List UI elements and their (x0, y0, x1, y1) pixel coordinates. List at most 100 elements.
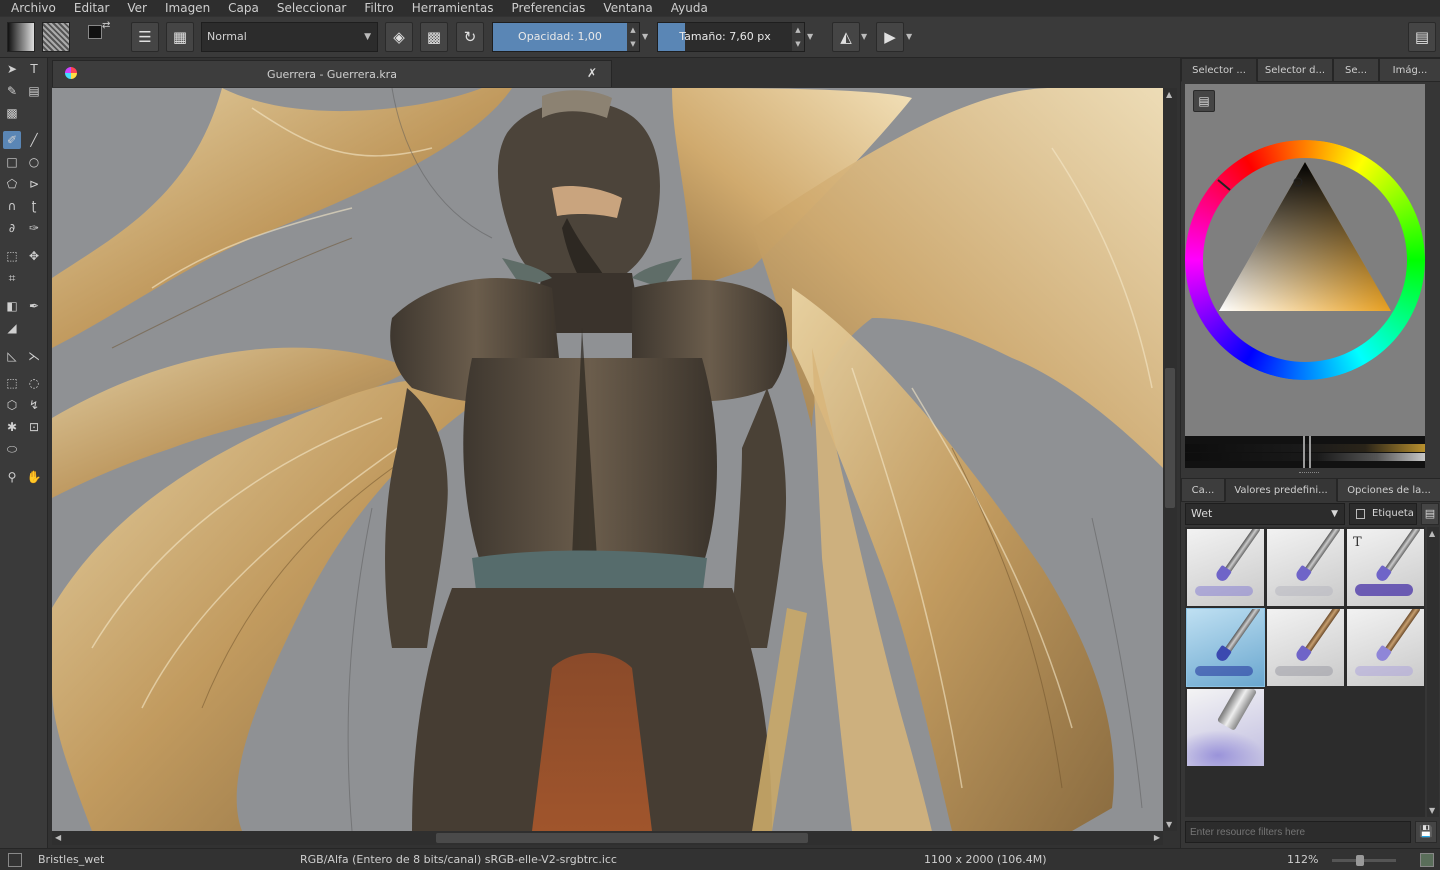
rectangular-selection-tool[interactable]: ⬚ (3, 374, 21, 392)
color-history-row[interactable] (1185, 444, 1425, 452)
mirror-horizontal-button[interactable]: ◭ (832, 22, 860, 52)
eraser-mode-button[interactable]: ◈ (385, 22, 413, 52)
menu-filtro[interactable]: Filtro (353, 0, 400, 16)
polygon-tool[interactable]: ⬠ (3, 175, 21, 193)
tab-tool-options[interactable]: Opciones de la... (1337, 478, 1440, 502)
freehand-selection-tool[interactable]: ↯ (25, 396, 43, 414)
menu-ayuda[interactable]: Ayuda (660, 0, 715, 16)
brush-preset-item[interactable] (1347, 609, 1424, 686)
scroll-left-icon[interactable]: ◀ (55, 833, 61, 842)
zoom-slider[interactable] (1332, 855, 1396, 866)
scroll-up-icon[interactable]: ▲ (1429, 529, 1435, 538)
edit-brush-settings-button[interactable]: ☰ (131, 22, 159, 52)
line-tool[interactable]: ╱ (25, 131, 43, 149)
brush-preset-item[interactable] (1267, 609, 1344, 686)
edit-shapes-tool[interactable]: ✎ (3, 82, 21, 100)
brush-presets-button[interactable]: ▦ (166, 22, 194, 52)
select-shapes-tool[interactable]: ➤ (3, 60, 21, 78)
foreground-color[interactable] (88, 25, 102, 39)
brush-preset-item[interactable] (1267, 529, 1344, 606)
tab-third-docker[interactable]: Se... (1333, 58, 1379, 82)
menu-imagen[interactable]: Imagen (154, 0, 217, 16)
toolbar-options-button[interactable]: ▤ (1408, 22, 1436, 52)
scroll-down-icon[interactable]: ▼ (1166, 820, 1172, 829)
color-history-strip[interactable] (1185, 436, 1425, 468)
vertical-scrollbar[interactable]: ▲ ▼ (1163, 88, 1177, 831)
calligraphy-tool[interactable]: ▤ (25, 82, 43, 100)
vertical-scroll-thumb[interactable] (1165, 368, 1175, 508)
blend-mode-select[interactable]: Normal ▼ (201, 22, 378, 52)
menu-ver[interactable]: Ver (116, 0, 154, 16)
tag-select[interactable]: Etiqueta (1349, 503, 1417, 525)
fill-tool[interactable]: ◢ (3, 319, 21, 337)
color-pair-selector[interactable]: ⇄ (86, 20, 114, 52)
swap-colors-icon[interactable]: ⇄ (102, 20, 110, 31)
brush-preset-item[interactable] (1187, 689, 1264, 766)
assistant-tool[interactable]: ⋋ (25, 347, 43, 365)
presets-scrollbar[interactable]: ▲ ▼ (1427, 527, 1439, 817)
tab-brush-presets[interactable]: Valores predefini... (1225, 478, 1337, 502)
reload-preset-button[interactable]: ↻ (456, 22, 484, 52)
canvas-only-toggle-icon[interactable] (1420, 853, 1434, 867)
tab-advanced-color-selector[interactable]: Selector ... (1181, 58, 1257, 82)
opacity-menu-arrow[interactable]: ▼ (642, 22, 652, 52)
menu-seleccionar[interactable]: Seleccionar (266, 0, 353, 16)
close-icon[interactable]: ✗ (587, 66, 597, 80)
tab-layers[interactable]: Ca... (1181, 478, 1225, 502)
resource-filter-input[interactable] (1185, 821, 1411, 843)
zoom-slider-knob[interactable] (1356, 855, 1364, 866)
tab-reference-images[interactable]: Imág... (1379, 58, 1440, 82)
crop-tool[interactable]: ⌗ (3, 269, 21, 287)
scroll-down-icon[interactable]: ▼ (1429, 806, 1435, 815)
bezier-tool[interactable]: ∩ (3, 197, 21, 215)
size-slider[interactable]: Tamaño: 7,60 px ▲ ▼ (657, 22, 805, 52)
menu-preferencias[interactable]: Preferencias (501, 0, 593, 16)
horizontal-scroll-thumb[interactable] (436, 833, 808, 843)
text-tool[interactable]: T (25, 60, 43, 78)
tab-specific-color-selector[interactable]: Selector d... (1257, 58, 1333, 82)
multibrush-tool[interactable]: ✑ (25, 219, 43, 237)
menu-ventana[interactable]: Ventana (592, 0, 659, 16)
preset-group-select[interactable]: Wet ▼ (1185, 503, 1345, 525)
zoom-tool[interactable]: ⚲ (3, 468, 21, 486)
splitter-handle[interactable] (1299, 472, 1319, 475)
color-space-info[interactable]: RGB/Alfa (Entero de 8 bits/canal) sRGB-e… (300, 853, 617, 866)
elliptical-selection-tool[interactable]: ◌ (25, 374, 43, 392)
bezier-selection-tool[interactable]: ⬭ (3, 440, 21, 458)
color-picker-tool[interactable]: ✒ (25, 297, 43, 315)
freehand-path-tool[interactable]: ʈ (25, 197, 43, 215)
horizontal-scrollbar[interactable]: ◀ ▶ (52, 831, 1163, 845)
color-selector[interactable]: ▤ (1185, 84, 1425, 436)
similar-selection-tool[interactable]: ⊡ (25, 418, 43, 436)
mirror-vertical-menu[interactable]: ▼ (906, 22, 916, 52)
rectangle-tool[interactable]: □ (3, 153, 21, 171)
mirror-vertical-button[interactable]: ▶ (876, 22, 904, 52)
scroll-up-icon[interactable]: ▲ (1166, 90, 1172, 99)
document-tab[interactable]: Guerrera - Guerrera.kra ✗ (52, 60, 612, 87)
menu-capa[interactable]: Capa (217, 0, 266, 16)
polyline-tool[interactable]: ⊳ (25, 175, 43, 193)
menu-herramientas[interactable]: Herramientas (401, 0, 501, 16)
brush-preset-item-selected[interactable] (1186, 608, 1265, 687)
hsv-wheel[interactable] (1185, 84, 1425, 436)
mirror-horizontal-menu[interactable]: ▼ (861, 22, 871, 52)
measure-tool[interactable]: ◺ (3, 347, 21, 365)
dynamic-brush-tool[interactable]: ∂ (3, 219, 21, 237)
gradient-selector[interactable] (7, 22, 35, 52)
opacity-slider[interactable]: Opacidad: 1,00 ▲ ▼ (492, 22, 640, 52)
pan-tool[interactable]: ✋ (25, 468, 43, 486)
freehand-brush-tool[interactable]: ✐ (3, 131, 21, 149)
pattern-edit-tool[interactable]: ▩ (3, 104, 21, 122)
menu-editar[interactable]: Editar (63, 0, 117, 16)
brush-preset-item[interactable] (1187, 529, 1264, 606)
menu-archivo[interactable]: Archivo (0, 0, 63, 16)
pattern-selector[interactable] (42, 22, 70, 52)
move-tool[interactable]: ✥ (25, 247, 43, 265)
contiguous-selection-tool[interactable]: ✱ (3, 418, 21, 436)
size-spinner[interactable]: ▲ ▼ (792, 23, 804, 51)
gradient-tool[interactable]: ◧ (3, 297, 21, 315)
transform-tool[interactable]: ⬚ (3, 247, 21, 265)
brush-preset-item[interactable]: T (1347, 529, 1424, 606)
zoom-level[interactable]: 112% (1287, 853, 1318, 866)
polygonal-selection-tool[interactable]: ⬡ (3, 396, 21, 414)
